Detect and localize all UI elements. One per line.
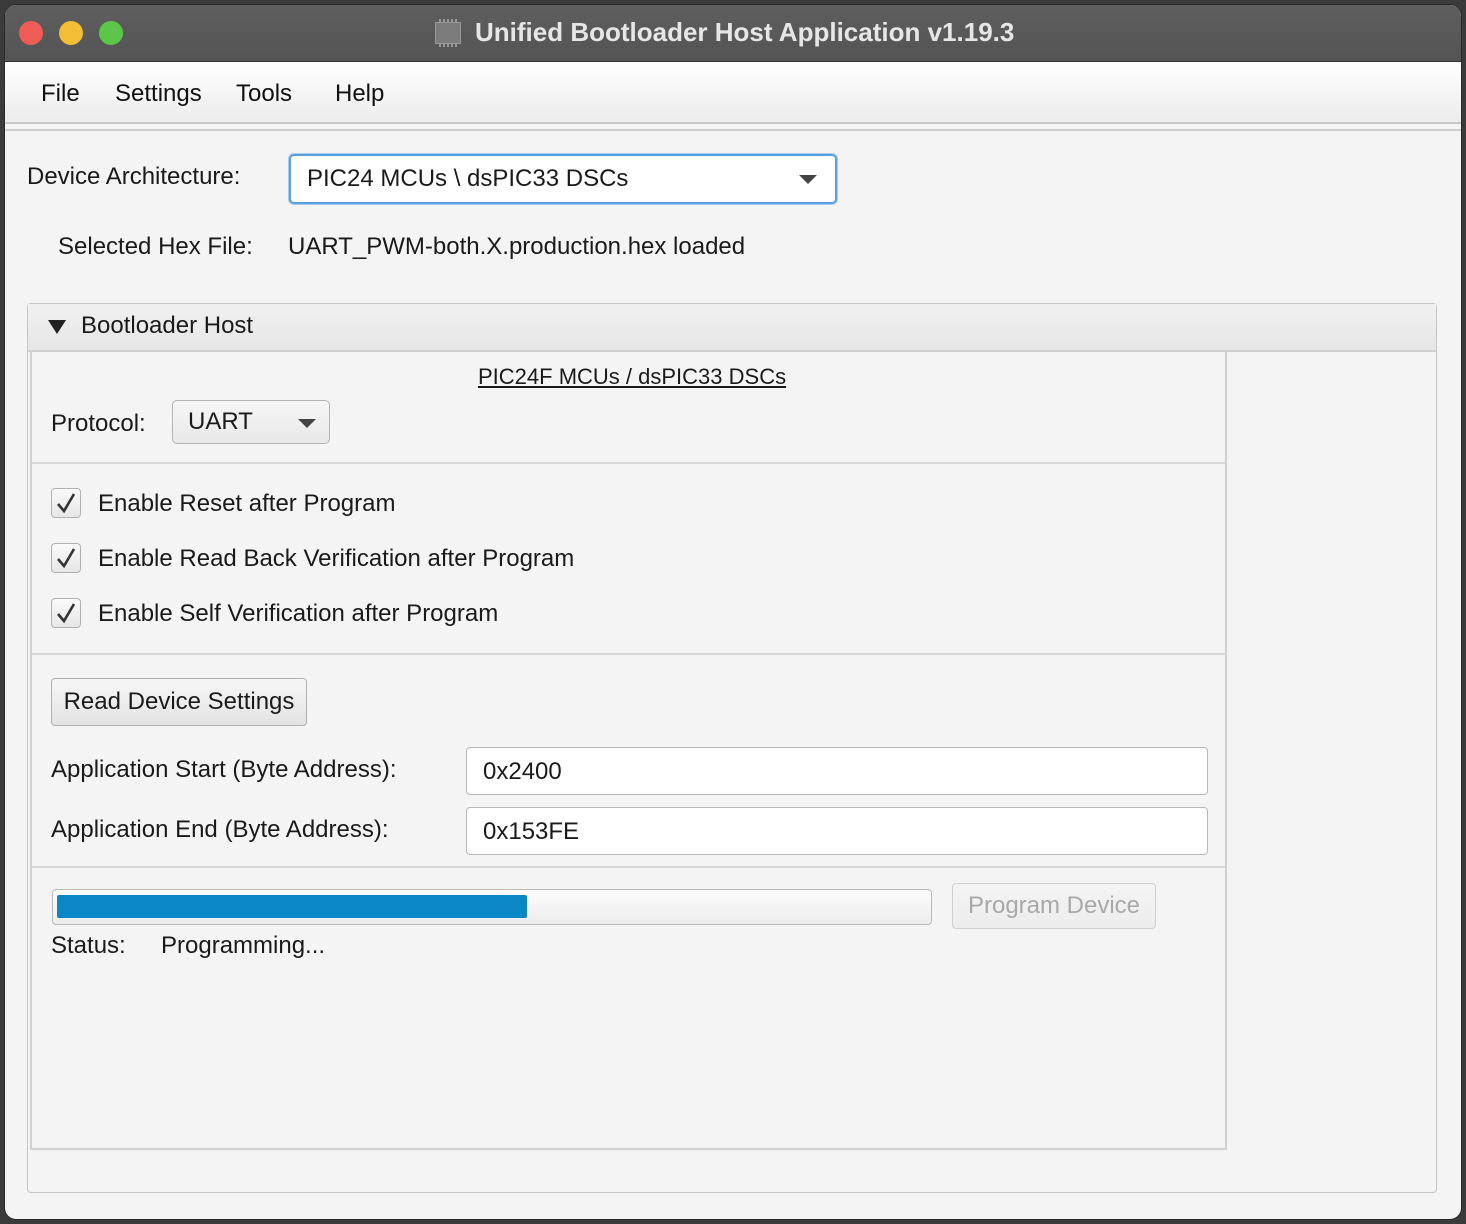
device-architecture-label: Device Architecture: <box>27 163 241 190</box>
chevron-down-icon <box>799 175 817 184</box>
progress-fill <box>57 895 527 918</box>
enable-reset-checkbox[interactable] <box>51 488 81 518</box>
hex-file-label: Selected Hex File: <box>58 233 253 260</box>
section-divider <box>32 866 1225 868</box>
program-device-button[interactable]: Program Device <box>952 883 1156 929</box>
section-divider <box>32 462 1225 464</box>
close-window-button[interactable] <box>19 21 43 45</box>
menu-help[interactable]: Help <box>335 80 384 108</box>
bootloader-settings-pane: PIC24F MCUs / dsPIC33 DSCs Protocol: UAR… <box>30 350 1227 1150</box>
status-value: Programming... <box>161 932 326 959</box>
enable-self-verify-label: Enable Self Verification after Program <box>98 600 499 627</box>
enable-readback-label: Enable Read Back Verification after Prog… <box>98 545 575 572</box>
read-device-settings-button[interactable]: Read Device Settings <box>51 678 307 726</box>
checkmark-icon <box>57 493 76 514</box>
programming-progress-bar <box>52 889 932 925</box>
maximize-window-button[interactable] <box>99 21 123 45</box>
app-end-label: Application End (Byte Address): <box>51 816 389 843</box>
checkmark-icon <box>57 548 76 569</box>
minimize-window-button[interactable] <box>59 21 83 45</box>
app-start-label: Application Start (Byte Address): <box>51 756 397 783</box>
device-family-subtitle: PIC24F MCUs / dsPIC33 DSCs <box>478 364 787 389</box>
device-architecture-value: PIC24 MCUs \ dsPIC33 DSCs <box>307 165 629 192</box>
app-end-input[interactable]: 0x153FE <box>466 807 1208 855</box>
enable-readback-checkbox[interactable] <box>51 543 81 573</box>
hex-file-value: UART_PWM-both.X.production.hex loaded <box>288 233 746 260</box>
section-divider <box>32 653 1225 655</box>
bootloader-host-panel: Bootloader Host PIC24F MCUs / dsPIC33 DS… <box>27 303 1437 1193</box>
protocol-select[interactable]: UART <box>172 400 330 444</box>
app-start-input[interactable]: 0x2400 <box>466 747 1208 795</box>
bootloader-host-title: Bootloader Host <box>81 312 254 339</box>
checkmark-icon <box>57 603 76 624</box>
device-architecture-select[interactable]: PIC24 MCUs \ dsPIC33 DSCs <box>289 154 837 204</box>
menu-file[interactable]: File <box>41 80 80 108</box>
menu-bar: File Settings Tools Help <box>5 62 1461 124</box>
status-label: Status: <box>51 932 126 959</box>
protocol-label: Protocol: <box>51 410 146 437</box>
app-end-value: 0x153FE <box>483 818 580 845</box>
protocol-value: UART <box>188 408 253 435</box>
menu-settings[interactable]: Settings <box>115 80 202 108</box>
bootloader-host-header[interactable]: Bootloader Host <box>28 304 1436 352</box>
title-bar: Unified Bootloader Host Application v1.1… <box>5 5 1461 62</box>
app-start-value: 0x2400 <box>483 758 562 785</box>
app-window: Unified Bootloader Host Application v1.1… <box>4 4 1462 1220</box>
enable-reset-label: Enable Reset after Program <box>98 490 396 517</box>
menu-divider <box>5 129 1461 131</box>
menu-tools[interactable]: Tools <box>236 80 292 108</box>
collapse-triangle-icon[interactable] <box>48 320 66 334</box>
window-title: Unified Bootloader Host Application v1.1… <box>475 17 1015 47</box>
chip-icon <box>435 19 461 47</box>
chevron-down-icon <box>298 419 316 428</box>
enable-self-verify-checkbox[interactable] <box>51 598 81 628</box>
